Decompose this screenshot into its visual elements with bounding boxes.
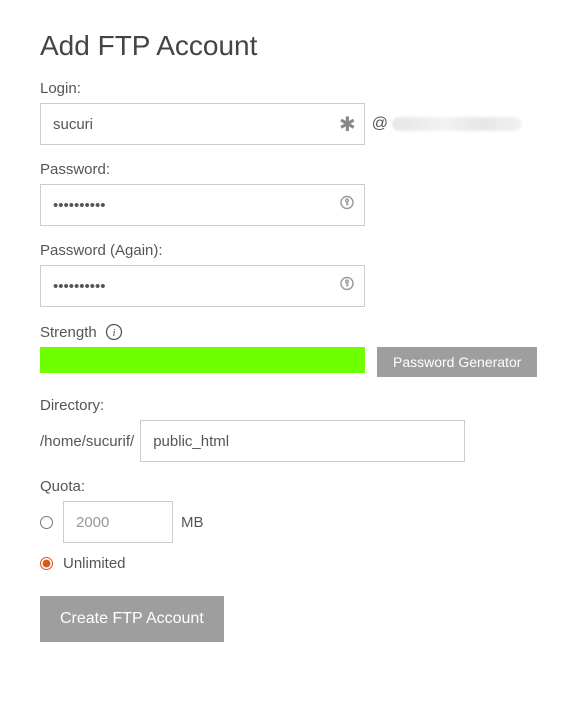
quota-label: Quota: (40, 478, 543, 495)
password-label: Password: (40, 161, 543, 178)
login-input[interactable] (40, 103, 365, 145)
password-again-label: Password (Again): (40, 242, 543, 259)
password-generator-button[interactable]: Password Generator (377, 347, 537, 377)
page-title: Add FTP Account (40, 30, 543, 62)
directory-prefix: /home/sucurif/ (40, 433, 134, 450)
directory-label: Directory: (40, 397, 543, 414)
quota-unit: MB (181, 514, 204, 531)
info-icon[interactable]: i (105, 323, 123, 341)
password-again-input[interactable] (40, 265, 365, 307)
quota-limited-radio[interactable] (40, 516, 53, 529)
svg-text:i: i (112, 327, 115, 339)
strength-label: Strength (40, 324, 97, 341)
strength-bar (40, 347, 365, 373)
at-symbol: @ (372, 115, 388, 133)
quota-value-input[interactable] (63, 501, 173, 543)
domain-text (392, 117, 522, 131)
directory-input[interactable] (140, 420, 465, 462)
password-input[interactable] (40, 184, 365, 226)
create-ftp-account-button[interactable]: Create FTP Account (40, 596, 224, 642)
login-label: Login: (40, 80, 543, 97)
quota-unlimited-label: Unlimited (63, 555, 126, 572)
quota-unlimited-radio[interactable] (40, 557, 53, 570)
